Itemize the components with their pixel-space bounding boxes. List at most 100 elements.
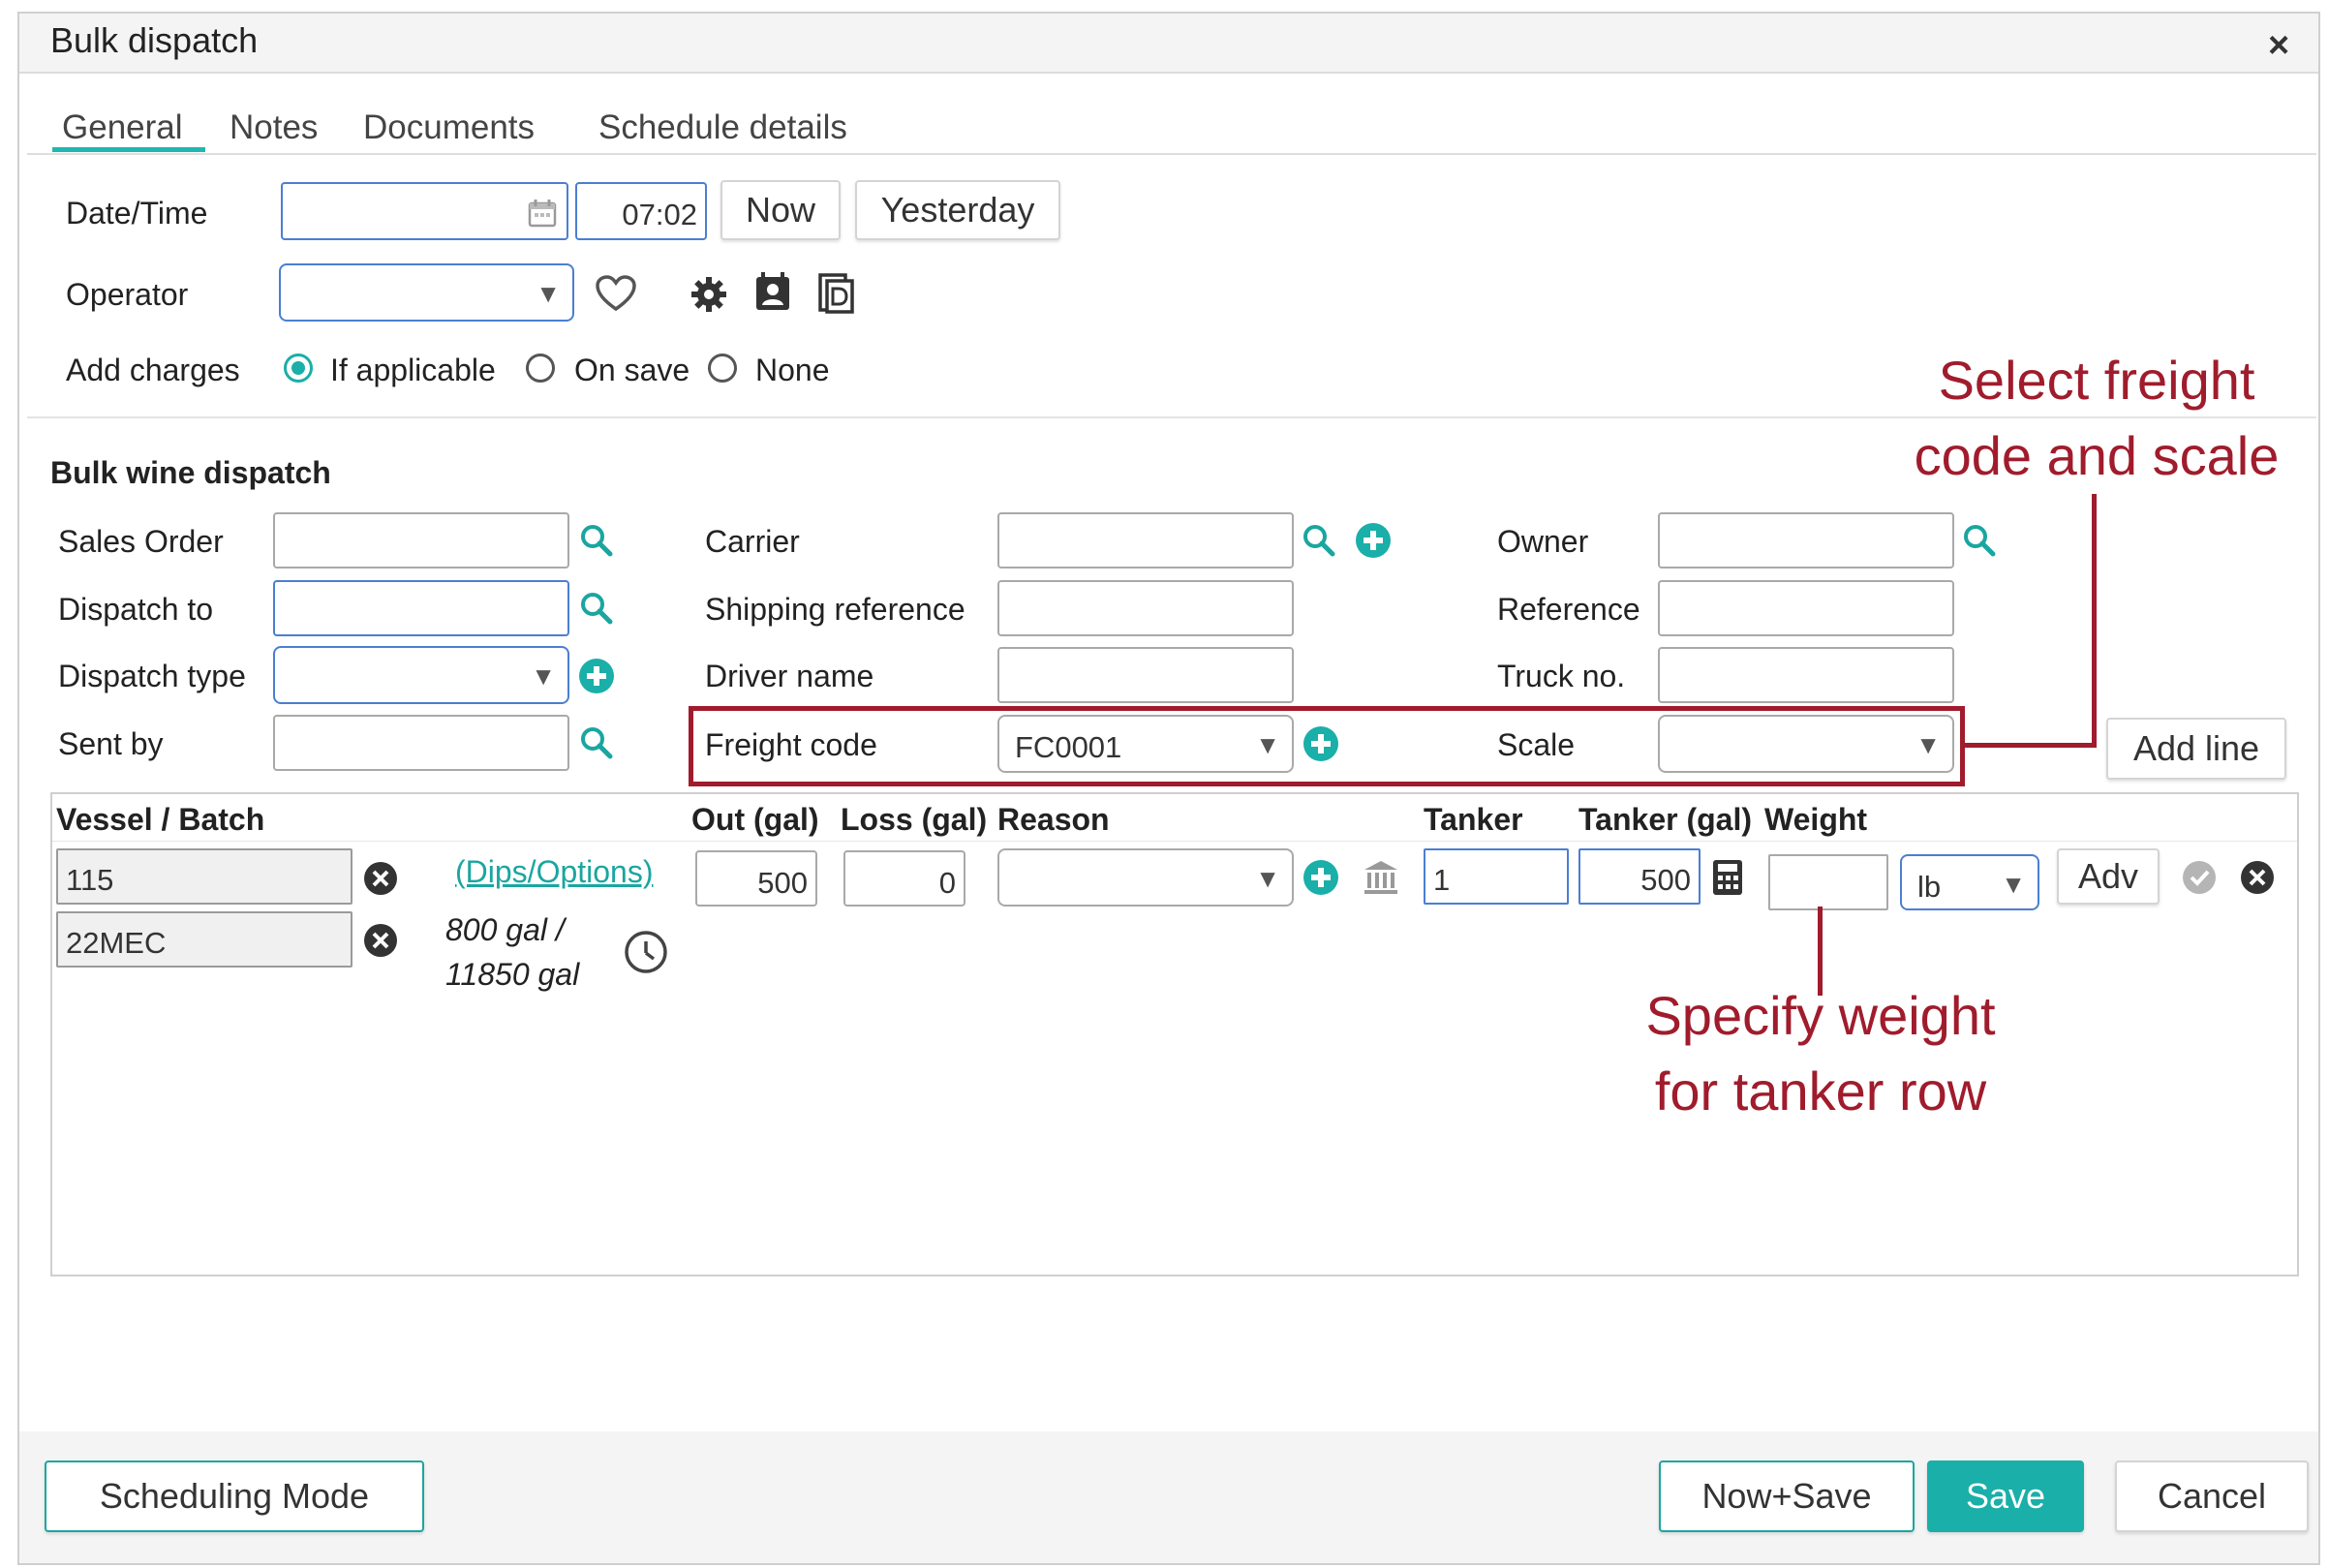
search-icon[interactable] <box>1302 523 1336 558</box>
volume-line-1: 800 gal / <box>445 912 565 947</box>
batch-input[interactable]: 22MEC <box>56 911 352 968</box>
operator-select[interactable]: ▼ <box>279 263 574 322</box>
weight-annotation-line-1: Specify weight <box>1645 985 1996 1046</box>
datetime-label: Date/Time <box>66 196 208 231</box>
dialog-title: Bulk dispatch <box>50 20 259 60</box>
add-charges-label: Add charges <box>66 353 240 387</box>
dialog-titlebar <box>19 14 2318 74</box>
now-button[interactable]: Now <box>720 180 841 240</box>
charges-none-label: None <box>755 353 830 387</box>
cancel-button[interactable]: Cancel <box>2115 1460 2309 1532</box>
section-title: Bulk wine dispatch <box>50 455 331 490</box>
col-tanker: Tanker <box>1424 802 1523 837</box>
tanker-gal-input[interactable]: 500 <box>1578 848 1701 905</box>
chevron-down-icon: ▼ <box>2001 870 2026 899</box>
search-icon[interactable] <box>1962 523 1997 558</box>
weight-input[interactable] <box>1768 854 1888 910</box>
contact-card-icon[interactable] <box>753 271 792 314</box>
sent-by-label: Sent by <box>58 726 164 761</box>
col-reason: Reason <box>997 802 1110 837</box>
heart-icon[interactable] <box>595 274 637 313</box>
carrier-label: Carrier <box>705 524 800 559</box>
save-button[interactable]: Save <box>1927 1460 2084 1532</box>
search-icon[interactable] <box>579 725 614 760</box>
gear-icon[interactable] <box>690 275 728 314</box>
carrier-input[interactable] <box>997 512 1294 569</box>
volume-line-2: 11850 gal <box>445 957 580 992</box>
dispatch-type-label: Dispatch type <box>58 659 246 693</box>
remove-circle-icon[interactable] <box>362 922 399 959</box>
yesterday-button[interactable]: Yesterday <box>855 180 1060 240</box>
shipping-reference-label: Shipping reference <box>705 592 965 627</box>
calendar-icon[interactable] <box>527 198 558 229</box>
remove-circle-icon[interactable] <box>362 860 399 897</box>
add-circle-icon[interactable] <box>1354 521 1393 560</box>
vessel-input[interactable]: 115 <box>56 848 352 905</box>
col-weight: Weight <box>1764 802 1868 837</box>
tab-notes[interactable]: Notes <box>230 110 318 144</box>
tab-schedule-details[interactable]: Schedule details <box>598 110 847 144</box>
clock-icon[interactable] <box>624 930 668 974</box>
sent-by-input[interactable] <box>273 715 569 771</box>
scheduling-mode-button[interactable]: Scheduling Mode <box>45 1460 424 1532</box>
now-save-button[interactable]: Now+Save <box>1659 1460 1915 1532</box>
date-input[interactable] <box>281 182 568 240</box>
freight-annotation-line-2: code and scale <box>1914 425 2280 487</box>
charges-if-applicable-label: If applicable <box>330 353 496 387</box>
adv-button[interactable]: Adv <box>2057 848 2160 905</box>
time-input[interactable]: 07:02 <box>575 182 707 240</box>
reason-select[interactable]: ▼ <box>997 848 1294 907</box>
freight-annotation: Select freight code and scale <box>1845 343 2329 495</box>
active-tab-indicator <box>52 147 205 152</box>
tab-documents[interactable]: Documents <box>363 110 535 144</box>
grid-header-divider <box>52 841 2297 842</box>
truck-no-input[interactable] <box>1658 647 1954 703</box>
tanker-input[interactable]: 1 <box>1424 848 1569 905</box>
out-gal-input[interactable]: 500 <box>695 850 817 907</box>
search-icon[interactable] <box>579 591 614 626</box>
dispatch-type-select[interactable]: ▼ <box>273 646 569 704</box>
owner-input[interactable] <box>1658 512 1954 569</box>
calculator-icon[interactable] <box>1710 858 1745 897</box>
tab-general[interactable]: General <box>62 110 183 144</box>
bulk-dispatch-dialog <box>17 12 2320 1565</box>
shipping-reference-input[interactable] <box>997 580 1294 636</box>
operator-label: Operator <box>66 277 189 312</box>
driver-name-label: Driver name <box>705 659 874 693</box>
sales-order-label: Sales Order <box>58 524 224 559</box>
bank-icon[interactable] <box>1362 858 1400 897</box>
charges-on-save-radio[interactable] <box>526 354 555 383</box>
check-circle-icon[interactable] <box>2181 859 2218 896</box>
dispatch-to-label: Dispatch to <box>58 592 214 627</box>
add-circle-icon[interactable] <box>577 657 616 695</box>
weight-annotation: Specify weight for tanker row <box>1569 978 2072 1130</box>
driver-name-input[interactable] <box>997 647 1294 703</box>
freight-annotation-line-1: Select freight <box>1938 350 2255 411</box>
col-out-gal: Out (gal) <box>691 802 819 837</box>
chevron-down-icon: ▼ <box>536 279 561 308</box>
close-icon[interactable]: × <box>2268 27 2289 64</box>
weight-unit-select[interactable]: lb ▼ <box>1900 854 2039 910</box>
remove-circle-icon[interactable] <box>2239 859 2276 896</box>
freight-annotation-connector-h <box>1965 743 2097 748</box>
dips-options-link[interactable]: (Dips/Options) <box>455 856 654 887</box>
weight-annotation-line-2: for tanker row <box>1654 1061 1987 1122</box>
sales-order-input[interactable] <box>273 512 569 569</box>
charges-on-save-label: On save <box>574 353 690 387</box>
document-icon[interactable] <box>817 273 856 314</box>
col-loss-gal: Loss (gal) <box>841 802 988 837</box>
owner-label: Owner <box>1497 524 1589 559</box>
add-line-button[interactable]: Add line <box>2106 718 2286 780</box>
add-circle-icon[interactable] <box>1302 858 1340 897</box>
tab-divider <box>27 153 2316 155</box>
chevron-down-icon: ▼ <box>1255 864 1280 893</box>
charges-none-radio[interactable] <box>708 354 737 383</box>
loss-gal-input[interactable]: 0 <box>843 850 965 907</box>
reference-input[interactable] <box>1658 580 1954 636</box>
dispatch-to-input[interactable] <box>273 580 569 636</box>
col-vessel-batch: Vessel / Batch <box>56 802 265 837</box>
search-icon[interactable] <box>579 523 614 558</box>
charges-if-applicable-radio[interactable] <box>284 354 313 383</box>
freight-annotation-connector-v <box>2092 494 2097 748</box>
col-tanker-gal: Tanker (gal) <box>1578 802 1752 837</box>
